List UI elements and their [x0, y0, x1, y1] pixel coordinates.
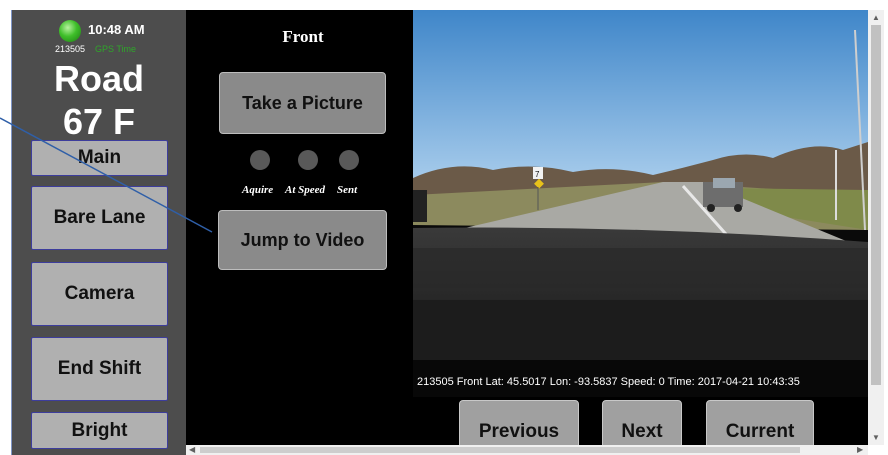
at-speed-label: At Speed [285, 184, 326, 196]
camera-image: 7 [413, 10, 868, 397]
acquire-label: Aquire [242, 184, 274, 196]
road-condition-label: Road [54, 58, 144, 99]
camera-caption: 213505 Front Lat: 45.5017 Lon: -93.5837 … [417, 376, 800, 388]
vertical-scrollbar-thumb[interactable] [871, 25, 881, 385]
main-button[interactable]: Main [31, 140, 168, 176]
scroll-left-arrow-icon[interactable]: ◀ [189, 445, 195, 454]
scroll-right-arrow-icon[interactable]: ▶ [857, 445, 863, 454]
temperature-label: 67 F [62, 101, 136, 142]
take-picture-button[interactable]: Take a Picture [219, 72, 386, 134]
sent-indicator [339, 150, 359, 170]
acquire-indicator [250, 150, 270, 170]
clock: 10:48 AM [88, 22, 145, 37]
road-sign-number: 7 [535, 170, 540, 179]
app-window: 10:48 AM 213505 GPS Time Road 67 F Main … [0, 0, 888, 455]
gps-status-indicator [59, 20, 81, 42]
unit-id: 213505 [55, 44, 86, 54]
camera-title: Front [282, 27, 324, 46]
sent-label: Sent [337, 184, 358, 196]
horizontal-scrollbar-thumb[interactable] [200, 447, 800, 453]
scroll-down-arrow-icon[interactable]: ▼ [872, 433, 880, 442]
scroll-up-arrow-icon[interactable]: ▲ [872, 13, 880, 22]
gps-time-label: GPS Time [95, 44, 137, 54]
end-shift-button[interactable]: End Shift [31, 337, 168, 401]
at-speed-indicator [298, 150, 318, 170]
bare-lane-button[interactable]: Bare Lane [31, 186, 168, 250]
jump-to-video-button[interactable]: Jump to Video [218, 210, 387, 270]
dashcam-photo: 7 [413, 10, 868, 397]
camera-button[interactable]: Camera [31, 262, 168, 326]
bright-button[interactable]: Bright [31, 412, 168, 449]
